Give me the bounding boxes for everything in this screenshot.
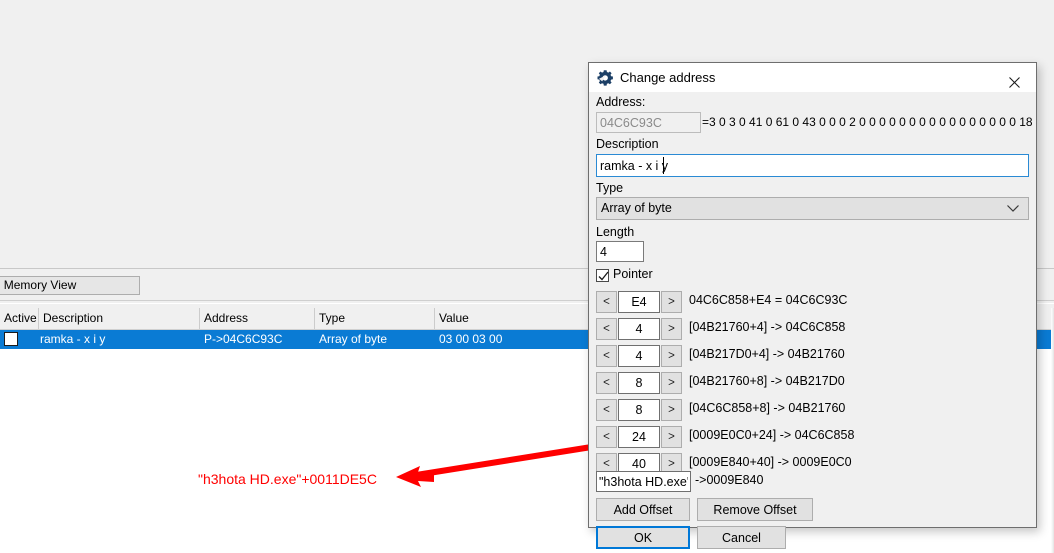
base-address-input[interactable] [596, 471, 691, 492]
row-active-cell[interactable] [0, 330, 39, 349]
offset-expression: [0009E0C0+24] -> 04C6C858 [689, 428, 854, 442]
offset-increment-button[interactable]: > [661, 426, 682, 448]
row-active-checkbox[interactable] [4, 332, 18, 346]
offset-expression: 04C6C858+E4 = 04C6C93C [689, 293, 847, 307]
annotation-label: "h3hota HD.exe"+0011DE5C [198, 471, 377, 487]
column-header-address[interactable]: Address [200, 308, 315, 329]
offset-decrement-button[interactable]: < [596, 426, 617, 448]
close-icon [1009, 77, 1020, 88]
offset-increment-button[interactable]: > [661, 399, 682, 421]
offset-expression: [0009E840+40] -> 0009E0C0 [689, 455, 852, 469]
description-input[interactable] [596, 154, 1029, 177]
cheat-engine-gear-icon [597, 69, 614, 86]
base-address-expression: ->0009E840 [695, 473, 763, 487]
dialog-titlebar[interactable]: Change address [589, 63, 1036, 92]
offset-increment-button[interactable]: > [661, 291, 682, 313]
address-input[interactable] [596, 112, 701, 133]
offset-increment-button[interactable]: > [661, 372, 682, 394]
type-label: Type [596, 181, 623, 195]
column-header-type[interactable]: Type [315, 308, 435, 329]
offset-expression: [04B21760+4] -> 04C6C858 [689, 320, 845, 334]
offset-increment-button[interactable]: > [661, 345, 682, 367]
cancel-button[interactable]: Cancel [697, 526, 786, 549]
offset-value-input[interactable] [618, 318, 660, 340]
offset-decrement-button[interactable]: < [596, 345, 617, 367]
offset-decrement-button[interactable]: < [596, 399, 617, 421]
text-caret [663, 157, 664, 174]
offset-decrement-button[interactable]: < [596, 372, 617, 394]
type-dropdown-value: Array of byte [601, 201, 672, 215]
length-input[interactable] [596, 241, 644, 262]
length-label: Length [596, 225, 634, 239]
pointer-checkbox[interactable] [596, 269, 609, 282]
offset-expression: [04B21760+8] -> 04B217D0 [689, 374, 845, 388]
offset-value-input[interactable] [618, 345, 660, 367]
offset-value-input[interactable] [618, 372, 660, 394]
description-label: Description [596, 137, 659, 151]
dialog-title: Change address [620, 63, 715, 92]
type-dropdown[interactable]: Array of byte [596, 197, 1029, 220]
ok-button[interactable]: OK [596, 526, 690, 549]
close-button[interactable] [992, 63, 1036, 92]
memory-view-button[interactable]: Memory View [0, 276, 140, 295]
remove-offset-button[interactable]: Remove Offset [697, 498, 813, 521]
offset-expression: [04B217D0+4] -> 04B21760 [689, 347, 845, 361]
pointer-label: Pointer [613, 267, 653, 281]
chevron-down-icon [1007, 205, 1019, 213]
column-header-active[interactable]: Active [0, 308, 39, 329]
add-offset-button[interactable]: Add Offset [596, 498, 690, 521]
change-address-dialog: Change address Address: =3 0 3 0 41 0 61… [588, 62, 1037, 528]
dialog-body: Address: =3 0 3 0 41 0 61 0 43 0 0 0 2 0… [589, 92, 1036, 527]
offset-value-input[interactable] [618, 291, 660, 313]
offset-decrement-button[interactable]: < [596, 291, 617, 313]
row-description-cell[interactable]: ramka - x i y [36, 330, 200, 349]
checkmark-icon [598, 271, 609, 282]
offset-value-input[interactable] [618, 399, 660, 421]
address-label: Address: [596, 95, 645, 109]
offset-increment-button[interactable]: > [661, 318, 682, 340]
row-address-cell[interactable]: P->04C6C93C [200, 330, 315, 349]
row-type-cell[interactable]: Array of byte [315, 330, 435, 349]
column-header-description[interactable]: Description [39, 308, 200, 329]
address-preview-text: =3 0 3 0 41 0 61 0 43 0 0 0 2 0 0 0 0 0 … [702, 113, 1032, 131]
offset-value-input[interactable] [618, 426, 660, 448]
offset-expression: [04C6C858+8] -> 04B21760 [689, 401, 845, 415]
offset-decrement-button[interactable]: < [596, 318, 617, 340]
